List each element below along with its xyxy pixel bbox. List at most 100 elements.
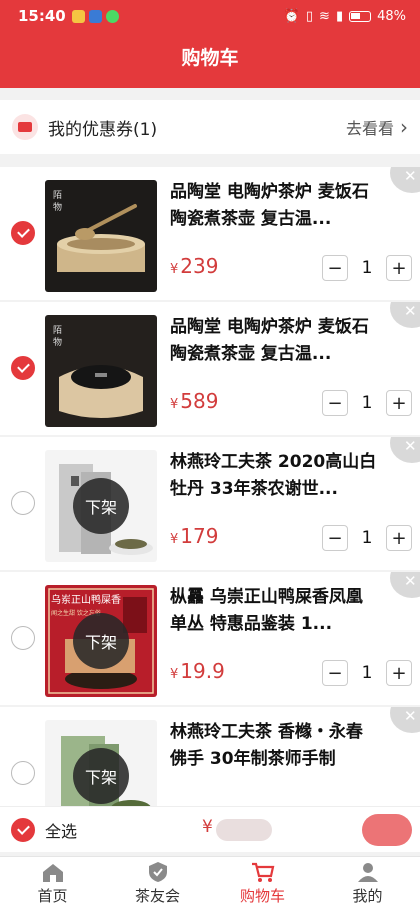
- tab-label: 首页: [37, 887, 68, 905]
- coupon-link-text: 去看看: [345, 119, 394, 138]
- battery-icon: [349, 10, 372, 22]
- select-all-checkbox[interactable]: [11, 817, 35, 842]
- price-value: 589: [180, 389, 219, 413]
- item-checkbox[interactable]: [11, 761, 35, 785]
- price-symbol: ¥: [170, 262, 179, 277]
- status-right: ⏰ ▯ ≋ ▮ 48%: [284, 9, 406, 24]
- price-value: 179: [180, 524, 219, 548]
- price-value: 239: [180, 254, 219, 278]
- price-value: 19.9: [180, 659, 225, 683]
- total-amount-blurred: [216, 819, 272, 841]
- svg-text:物: 物: [53, 201, 62, 213]
- close-icon: ✕: [404, 302, 417, 320]
- quantity-stepper: − 1 +: [322, 523, 412, 553]
- quantity-value: 1: [361, 663, 373, 683]
- notification-icon: [71, 9, 85, 23]
- tab-mine[interactable]: 我的: [315, 857, 420, 910]
- coupon-link[interactable]: 去看看 ›: [346, 115, 408, 139]
- cart-item: 下架 林燕玲工夫茶 香橼・永春佛手 30年制茶师手制 ✕: [0, 707, 420, 806]
- close-icon: ✕: [404, 707, 417, 725]
- price-symbol: ¥: [170, 397, 179, 412]
- price-symbol: ¥: [170, 532, 179, 547]
- tab-label: 购物车: [239, 887, 285, 905]
- top-bar: 15:40 ⏰ ▯ ≋ ▮ 48% 购物车: [0, 0, 420, 88]
- total-symbol: ¥: [202, 817, 213, 837]
- item-checkbox[interactable]: [11, 356, 35, 380]
- coupon-label: 我的优惠券(1): [48, 119, 158, 140]
- home-icon: [42, 864, 63, 882]
- select-all-label[interactable]: 全选: [45, 818, 77, 842]
- tab-label: 我的: [352, 887, 383, 905]
- quantity-value: 1: [361, 258, 373, 278]
- product-price: ¥589: [170, 389, 218, 413]
- product-image[interactable]: 下架: [45, 450, 157, 562]
- wechat-icon: [105, 9, 119, 23]
- decrease-button[interactable]: −: [322, 660, 348, 686]
- close-icon: ✕: [404, 167, 417, 185]
- remove-item-button[interactable]: ✕: [390, 572, 420, 598]
- status-bar: 15:40 ⏰ ▯ ≋ ▮ 48%: [0, 0, 420, 32]
- cart-icon: [251, 862, 274, 882]
- off-shelf-badge: 下架: [73, 613, 129, 669]
- product-name[interactable]: 枞靐 乌崇正山鸭屎香凤凰单丛 特惠品鉴装 1...: [170, 584, 378, 638]
- quantity-stepper: − 1 +: [322, 388, 412, 418]
- bottom-tab-bar: 首页 茶友会 购物车 我的: [0, 856, 420, 910]
- vibrate-icon: ▯: [305, 8, 314, 24]
- price-symbol: ¥: [170, 667, 179, 682]
- thumb-text: 乌岽正山鸭屎香: [51, 593, 121, 606]
- item-checkbox[interactable]: [11, 491, 35, 515]
- product-image[interactable]: 下架: [45, 720, 157, 806]
- quantity-value: 1: [361, 393, 373, 413]
- checkout-bar: 全选 ¥: [0, 806, 420, 852]
- increase-button[interactable]: +: [385, 390, 412, 416]
- product-name[interactable]: 品陶堂 电陶炉茶炉 麦饭石陶瓷煮茶壶 复古温...: [170, 314, 378, 368]
- checkout-button[interactable]: [362, 814, 412, 846]
- quantity-stepper: − 1 +: [322, 658, 412, 688]
- tab-tea-club[interactable]: 茶友会: [105, 857, 210, 910]
- increase-button[interactable]: +: [385, 525, 412, 551]
- increase-button[interactable]: +: [385, 660, 412, 686]
- close-icon: ✕: [404, 437, 417, 455]
- off-shelf-badge: 下架: [73, 478, 129, 534]
- remove-item-button[interactable]: ✕: [390, 302, 420, 328]
- remove-item-button[interactable]: ✕: [390, 437, 420, 463]
- quantity-value: 1: [361, 528, 373, 548]
- product-image[interactable]: 乌岽正山鸭屎香 闻之生甜 饮之忘俗 下架: [45, 585, 157, 697]
- product-name[interactable]: 林燕玲工夫茶 2020高山白牡丹 33年茶农谢世...: [170, 449, 378, 503]
- cart-item: 下架 林燕玲工夫茶 2020高山白牡丹 33年茶农谢世... ¥179 − 1 …: [0, 437, 420, 570]
- cart-item: 陌 物 品陶堂 电陶炉茶炉 麦饭石陶瓷煮茶壶 复古温... ¥239 − 1 +…: [0, 167, 420, 300]
- product-image[interactable]: 陌 物: [45, 180, 157, 292]
- user-icon: [357, 863, 378, 882]
- tab-home[interactable]: 首页: [0, 857, 105, 910]
- product-price: ¥179: [170, 524, 218, 548]
- tab-label: 茶友会: [134, 887, 180, 905]
- increase-button[interactable]: +: [385, 255, 412, 281]
- product-name[interactable]: 品陶堂 电陶炉茶炉 麦饭石陶瓷煮茶壶 复古温...: [170, 179, 378, 233]
- item-checkbox[interactable]: [11, 626, 35, 650]
- wifi-icon: ≋: [319, 8, 330, 24]
- svg-text:陌: 陌: [53, 190, 62, 201]
- product-name[interactable]: 林燕玲工夫茶 香橼・永春佛手 30年制茶师手制: [170, 719, 378, 773]
- status-time: 15:40: [18, 7, 66, 25]
- svg-text:陌: 陌: [53, 325, 62, 336]
- product-image[interactable]: 陌 物: [45, 315, 157, 427]
- chevron-right-icon: ›: [400, 115, 408, 139]
- remove-item-button[interactable]: ✕: [390, 707, 420, 733]
- coupon-icon: [12, 114, 38, 140]
- shield-check-icon: [148, 862, 167, 882]
- decrease-button[interactable]: −: [322, 390, 348, 416]
- alarm-icon: ⏰: [283, 8, 300, 24]
- app-notification-icon: [88, 9, 102, 23]
- remove-item-button[interactable]: ✕: [390, 167, 420, 193]
- coupon-row[interactable]: 我的优惠券(1) 去看看 ›: [0, 100, 420, 154]
- product-price: ¥239: [170, 254, 218, 278]
- decrease-button[interactable]: −: [322, 255, 348, 281]
- tab-cart[interactable]: 购物车: [210, 857, 315, 910]
- decrease-button[interactable]: −: [322, 525, 348, 551]
- item-checkbox[interactable]: [11, 221, 35, 245]
- svg-text:物: 物: [53, 336, 62, 348]
- signal-icon: ▮: [335, 8, 344, 24]
- cart-item: 乌岽正山鸭屎香 闻之生甜 饮之忘俗 下架 枞靐 乌崇正山鸭屎香凤凰单丛 特惠品鉴…: [0, 572, 420, 705]
- off-shelf-badge: 下架: [73, 748, 129, 804]
- page-title: 购物车: [181, 47, 239, 69]
